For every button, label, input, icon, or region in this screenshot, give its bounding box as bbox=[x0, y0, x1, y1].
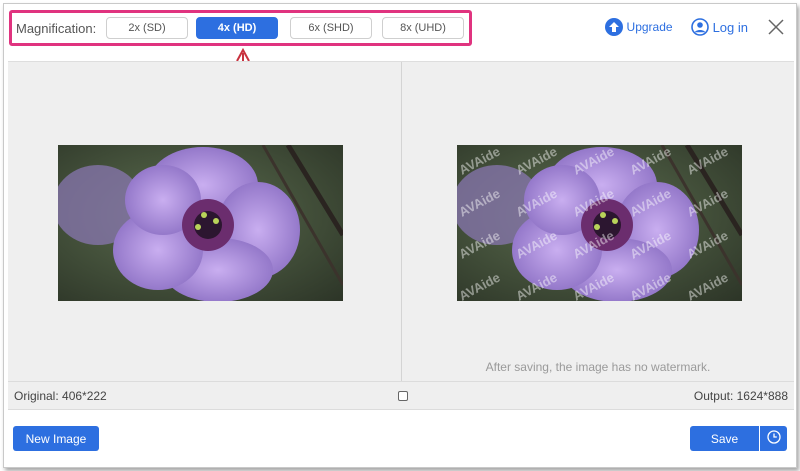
magnification-4x-button[interactable]: 4x (HD) bbox=[196, 17, 278, 39]
user-icon bbox=[690, 18, 709, 36]
no-watermark-note: After saving, the image has no watermark… bbox=[485, 360, 711, 374]
original-image bbox=[58, 145, 343, 301]
preview-area: AVAide AVAide AVAide AVAide AVAide AVAide AVAi… bbox=[8, 61, 794, 381]
clock-icon bbox=[766, 430, 781, 447]
magnification-6x-button[interactable]: 6x (SHD) bbox=[290, 17, 372, 39]
magnification-group: Magnification: 2x (SD) 4x (HD) 6x (SHD) … bbox=[9, 10, 472, 46]
magnification-label: Magnification: bbox=[16, 20, 97, 36]
magnification-2x-button[interactable]: 2x (SD) bbox=[106, 17, 188, 39]
upgrade-icon bbox=[604, 18, 623, 36]
upgrade-link[interactable]: Upgrade bbox=[604, 18, 673, 36]
login-label: Log in bbox=[712, 19, 748, 35]
enhancer-window: Magnification: 2x (SD) 4x (HD) 6x (SHD) … bbox=[3, 3, 797, 468]
top-toolbar: Magnification: 2x (SD) 4x (HD) 6x (SHD) … bbox=[4, 4, 796, 60]
compare-toggle-icon[interactable] bbox=[398, 391, 408, 401]
status-bar: Original: 406*222 Output: 1624*888 bbox=[8, 381, 794, 410]
history-button[interactable] bbox=[760, 426, 787, 451]
account-actions: Upgrade Log in bbox=[604, 16, 796, 38]
upgrade-label: Upgrade bbox=[626, 20, 673, 34]
login-link[interactable]: Log in bbox=[690, 18, 748, 36]
new-image-button[interactable]: New Image bbox=[13, 426, 99, 451]
save-button[interactable]: Save bbox=[690, 426, 759, 451]
output-size: Output: 1624*888 bbox=[693, 389, 788, 403]
original-size: Original: 406*222 bbox=[14, 389, 107, 403]
output-image: AVAide AVAide AVAide AVAide AVAideAVAide AVAi… bbox=[457, 145, 742, 301]
magnification-8x-button[interactable]: 8x (UHD) bbox=[382, 17, 464, 39]
panel-divider bbox=[401, 62, 402, 381]
close-icon[interactable] bbox=[768, 19, 784, 35]
